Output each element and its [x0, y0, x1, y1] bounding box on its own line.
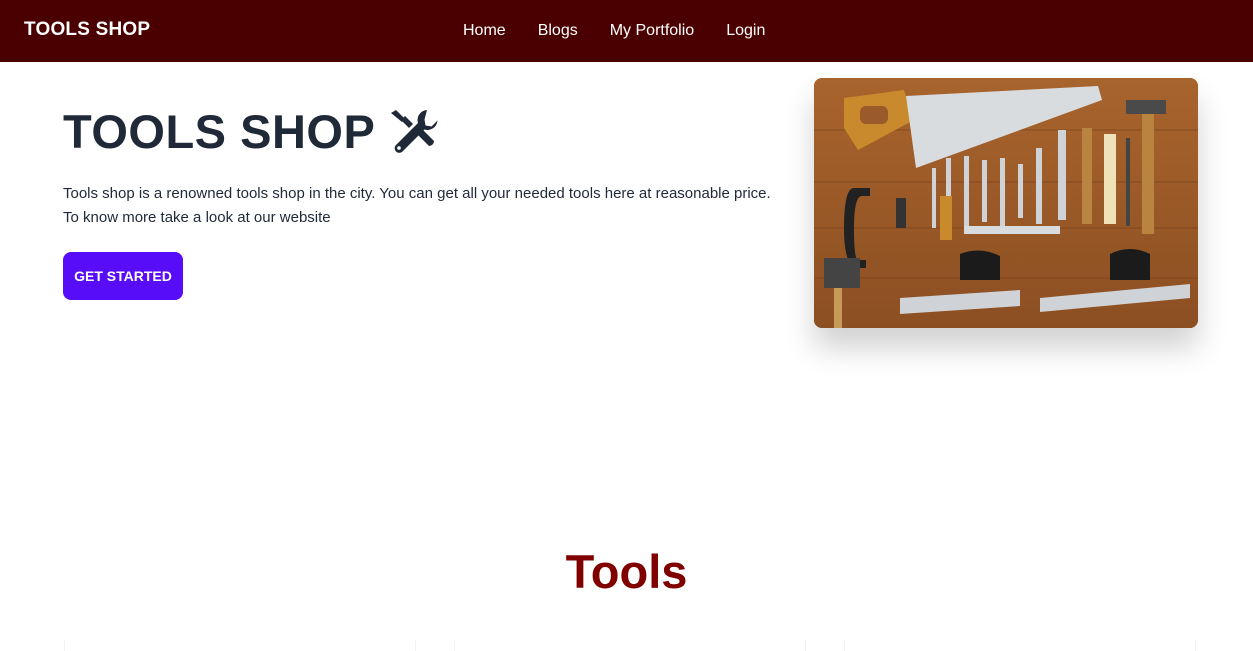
get-started-button[interactable]: GET STARTED [63, 252, 183, 300]
hero-description: Tools shop is a renowned tools shop in t… [63, 185, 771, 226]
tool-card [64, 640, 416, 651]
tools-section-title: Tools [565, 545, 688, 598]
nav-link-home[interactable]: Home [447, 22, 522, 40]
screwdriver-wrench-icon [387, 106, 439, 158]
nav-links: Home Blogs My Portfolio Login [447, 0, 781, 62]
hero-title: TOOLS SHOP [63, 104, 439, 159]
hero-title-text: TOOLS SHOP [63, 105, 376, 158]
tool-card [844, 640, 1196, 651]
navbar: TOOLS SHOP Home Blogs My Portfolio Login [0, 0, 1253, 62]
tool-card [454, 640, 806, 651]
tools-flatlay-image [814, 78, 1198, 328]
nav-link-my-portfolio[interactable]: My Portfolio [594, 22, 710, 40]
nav-link-login[interactable]: Login [710, 22, 781, 40]
nav-link-blogs[interactable]: Blogs [522, 22, 594, 40]
brand-logo[interactable]: TOOLS SHOP [24, 19, 150, 41]
